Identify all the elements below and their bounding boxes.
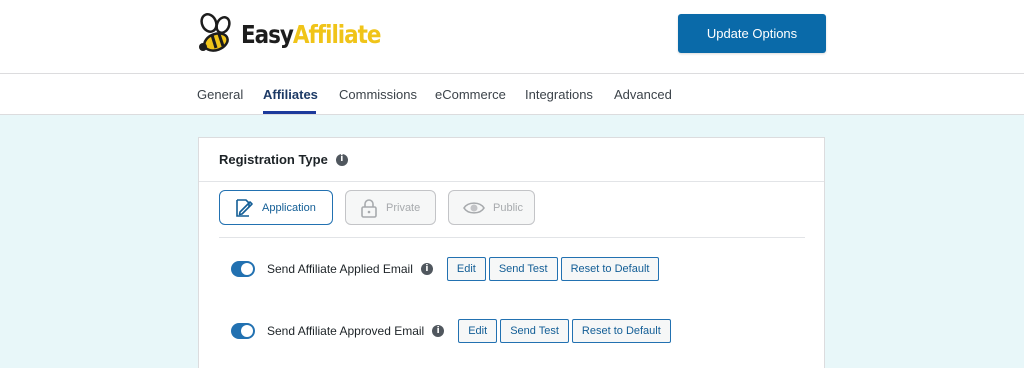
- registration-type-public[interactable]: Public: [448, 190, 535, 225]
- update-options-button[interactable]: Update Options: [678, 14, 826, 53]
- applied-email-row: Send Affiliate Applied Email i Edit Send…: [231, 257, 662, 281]
- edit-button[interactable]: Edit: [446, 257, 486, 281]
- settings-tabs: General Affiliates Commissions eCommerce…: [0, 74, 1024, 115]
- approved-email-row: Send Affiliate Approved Email i Edit Sen…: [231, 319, 674, 343]
- application-edit-icon: [236, 198, 253, 217]
- logo-word-easy: Easy: [241, 19, 294, 49]
- logo-word-affiliate: Affiliate: [292, 19, 382, 49]
- info-icon[interactable]: i: [420, 263, 433, 275]
- edit-button[interactable]: Edit: [458, 319, 498, 343]
- applied-email-label: Send Affiliate Applied Email: [267, 262, 413, 276]
- active-tab-indicator: [263, 111, 316, 114]
- tab-ecommerce[interactable]: eCommerce: [435, 87, 506, 102]
- approved-email-label: Send Affiliate Approved Email: [267, 324, 425, 338]
- logo[interactable]: EasyAffiliate: [196, 10, 403, 58]
- registration-type-label: Application: [262, 201, 316, 214]
- tab-affiliates[interactable]: Affiliates: [263, 87, 318, 102]
- registration-type-application[interactable]: Application: [219, 190, 333, 225]
- lock-icon: [361, 198, 377, 218]
- bee-icon: [199, 13, 231, 52]
- info-icon[interactable]: i: [432, 325, 445, 337]
- send-test-button[interactable]: Send Test: [488, 257, 558, 281]
- divider: [219, 237, 805, 238]
- registration-type-label: Private: [386, 201, 421, 214]
- registration-title: Registration Type i: [219, 152, 348, 167]
- eye-icon: [463, 201, 485, 214]
- registration-type-label: Public: [493, 201, 523, 214]
- registration-card: Registration Type i Application Private …: [198, 137, 825, 368]
- approved-email-toggle[interactable]: [231, 323, 255, 339]
- tab-advanced[interactable]: Advanced: [614, 87, 672, 102]
- header: EasyAffiliate Update Options: [0, 0, 1024, 74]
- divider: [199, 181, 824, 182]
- send-test-button[interactable]: Send Test: [500, 319, 569, 343]
- reset-to-default-button[interactable]: Reset to Default: [571, 319, 671, 343]
- tab-general[interactable]: General: [197, 87, 243, 102]
- tab-commissions[interactable]: Commissions: [339, 87, 417, 102]
- info-icon[interactable]: i: [335, 153, 348, 166]
- logo-text: EasyAffiliate: [241, 19, 382, 49]
- registration-title-text: Registration Type: [219, 152, 328, 167]
- applied-email-toggle[interactable]: [231, 261, 255, 277]
- registration-type-private[interactable]: Private: [345, 190, 436, 225]
- reset-to-default-button[interactable]: Reset to Default: [560, 257, 660, 281]
- tab-integrations[interactable]: Integrations: [525, 87, 593, 102]
